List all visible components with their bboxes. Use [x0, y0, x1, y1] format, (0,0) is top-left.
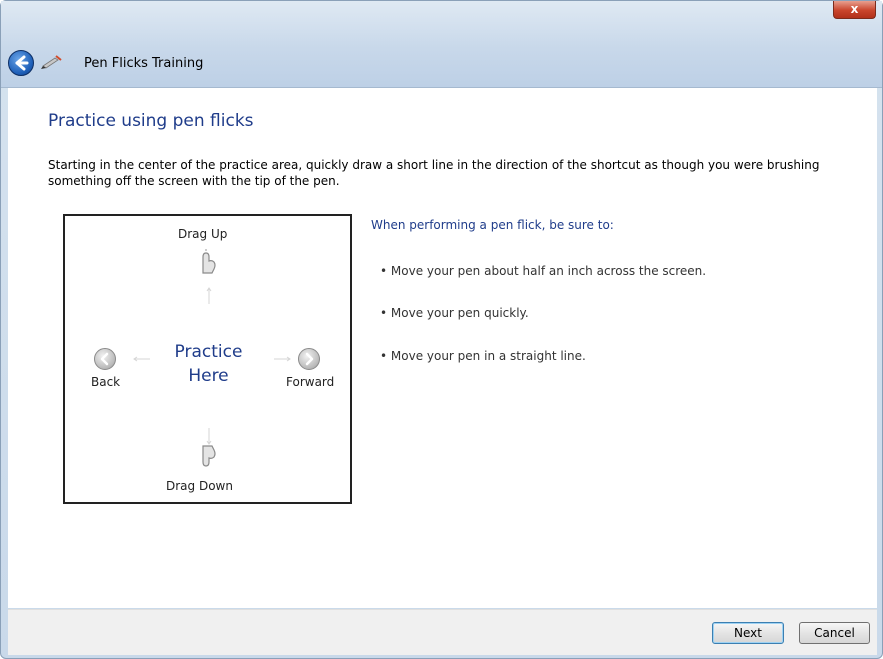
tips-heading: When performing a pen flick, be sure to:: [371, 218, 614, 232]
forward-label: Forward: [286, 375, 335, 389]
tip-item: • Move your pen quickly.: [380, 306, 529, 320]
tip-item: • Move your pen about half an inch acros…: [380, 264, 707, 278]
window-title: Pen Flicks Training: [84, 56, 204, 71]
back-button[interactable]: [8, 50, 34, 76]
page-title: Practice using pen flicks: [48, 111, 254, 131]
practice-label-line2: Here: [188, 366, 229, 386]
wizard-footer: Next Cancel: [8, 609, 877, 655]
practice-here-label: Practice Here: [165, 340, 252, 388]
wizard-window: x Pen Flicks Training Practice using pen…: [0, 0, 883, 659]
instruction-text: Starting in the center of the practice a…: [48, 158, 820, 188]
back-label: Back: [91, 375, 121, 389]
pen-icon: [41, 55, 62, 69]
practice-area[interactable]: Drag Up Back Practice Here Forward Drag …: [63, 214, 352, 504]
drag-down-label: Drag Down: [166, 479, 233, 493]
hand-down-icon: [202, 445, 216, 467]
tip-item: • Move your pen in a straight line.: [380, 349, 586, 363]
hand-up-icon: [202, 249, 216, 274]
wizard-content: Practice using pen flicks Starting in th…: [8, 88, 877, 608]
next-button[interactable]: Next: [712, 622, 784, 644]
close-icon: x: [850, 2, 859, 16]
left-arrow-icon: [94, 348, 116, 370]
practice-label-line1: Practice: [174, 342, 243, 362]
title-bar: x Pen Flicks Training: [1, 1, 882, 88]
drag-up-label: Drag Up: [178, 227, 228, 241]
back-arrow-icon: [15, 55, 29, 71]
cancel-button[interactable]: Cancel: [799, 622, 870, 644]
right-arrow-icon: [298, 348, 320, 370]
close-button[interactable]: x: [833, 1, 876, 19]
